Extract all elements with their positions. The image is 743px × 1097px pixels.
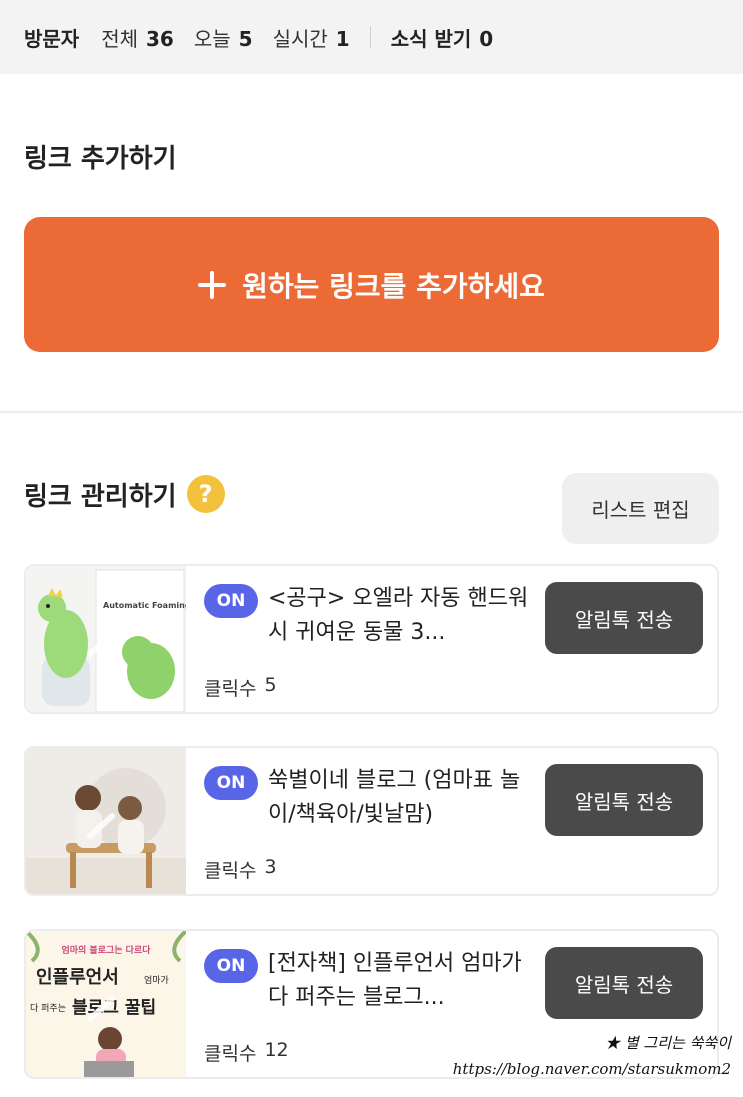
total-value: 36 [146,26,174,51]
send-notification-button[interactable]: 알림톡 전송 [545,947,703,1019]
subscribe-label: 소식 받기 [390,26,472,51]
click-label: 클릭수 [204,860,257,882]
cover-line2b: 엄마가 [144,974,169,986]
link-title[interactable]: 쑥별이네 블로그 (엄마표 놀이/책육아/빛날맘) [268,764,538,832]
section-divider [0,411,743,413]
dinosaur-soap-dispenser-icon: Automatic Foaming Soap Dispenser [26,566,186,712]
click-count: 클릭수 5 [204,674,277,701]
realtime-visitors: 실시간 1 [273,23,350,52]
link-card[interactable]: ON 쑥별이네 블로그 (엄마표 놀이/책육아/빛날맘) 클릭수 3 알림톡 전… [24,746,719,896]
link-card[interactable]: 엄마의 블로그는 다르다 인플루언서 엄마가 다 퍼주는 블로그 꿀팁 ON [… [24,929,719,1079]
link-card[interactable]: Automatic Foaming Soap Dispenser ON <공구>… [24,564,719,714]
plus-icon [198,270,227,299]
thumbnail-image [26,748,186,894]
subscribers[interactable]: 소식 받기 0 [391,23,494,52]
today-visitors: 오늘 5 [194,23,253,52]
children-photo-icon [26,748,186,894]
subscribe-value: 0 [479,26,494,51]
add-link-title: 링크 추가하기 [24,144,177,174]
today-value: 5 [238,26,253,51]
link-title[interactable]: [전자책] 인플루언서 엄마가 다 퍼주는 블로그... [268,947,538,1015]
today-label: 오늘 [193,26,231,51]
click-label: 클릭수 [204,678,257,700]
help-icon[interactable]: ? [186,475,225,513]
click-count: 클릭수 3 [204,856,277,883]
cover-line2: 인플루언서 [36,967,119,988]
edit-list-button[interactable]: 리스트 편집 [562,473,719,544]
realtime-value: 1 [335,26,350,51]
thumbnail-image: 엄마의 블로그는 다르다 인플루언서 엄마가 다 퍼주는 블로그 꿀팁 [26,931,186,1077]
total-label: 전체 [101,26,139,51]
add-link-button-label: 원하는 링크를 추가하세요 [242,269,545,303]
cover-line1: 엄마의 블로그는 다르다 [61,944,151,956]
manage-links-title: 링크 관리하기 [24,481,177,512]
ebook-cover-icon: 엄마의 블로그는 다르다 인플루언서 엄마가 다 퍼주는 블로그 꿀팁 [26,931,186,1077]
thumbnail-image: Automatic Foaming Soap Dispenser [26,566,186,712]
click-value: 5 [264,674,277,696]
watermark-line1: ★ 별 그리는 쑥쑥이 [605,1034,731,1052]
total-visitors: 전체 36 [101,23,174,52]
watermark-line2: https://blog.naver.com/starsukmom2 [452,1060,731,1078]
click-value: 12 [264,1039,289,1061]
status-badge[interactable]: ON [204,766,258,800]
stats-divider [369,26,371,48]
send-notification-button[interactable]: 알림톡 전송 [545,582,703,654]
cover-line3a: 다 퍼주는 [30,1003,66,1014]
send-notification-button[interactable]: 알림톡 전송 [545,764,703,836]
visitor-label: 방문자 [24,26,80,51]
manage-links-header: 링크 관리하기 ? [24,475,225,513]
add-link-button[interactable]: 원하는 링크를 추가하세요 [24,217,719,352]
status-badge[interactable]: ON [204,584,258,618]
click-label: 클릭수 [204,1043,257,1065]
click-value: 3 [264,856,277,878]
click-count: 클릭수 12 [204,1039,289,1066]
status-badge[interactable]: ON [204,949,258,983]
link-title[interactable]: <공구> 오엘라 자동 핸드워시 귀여운 동물 3... [268,582,538,650]
visitor-stats-bar: 방문자 전체 36 오늘 5 실시간 1 소식 받기 0 [0,0,743,74]
box-text: Automatic Foaming Soap Dispenser [103,601,186,610]
realtime-label: 실시간 [272,26,328,51]
